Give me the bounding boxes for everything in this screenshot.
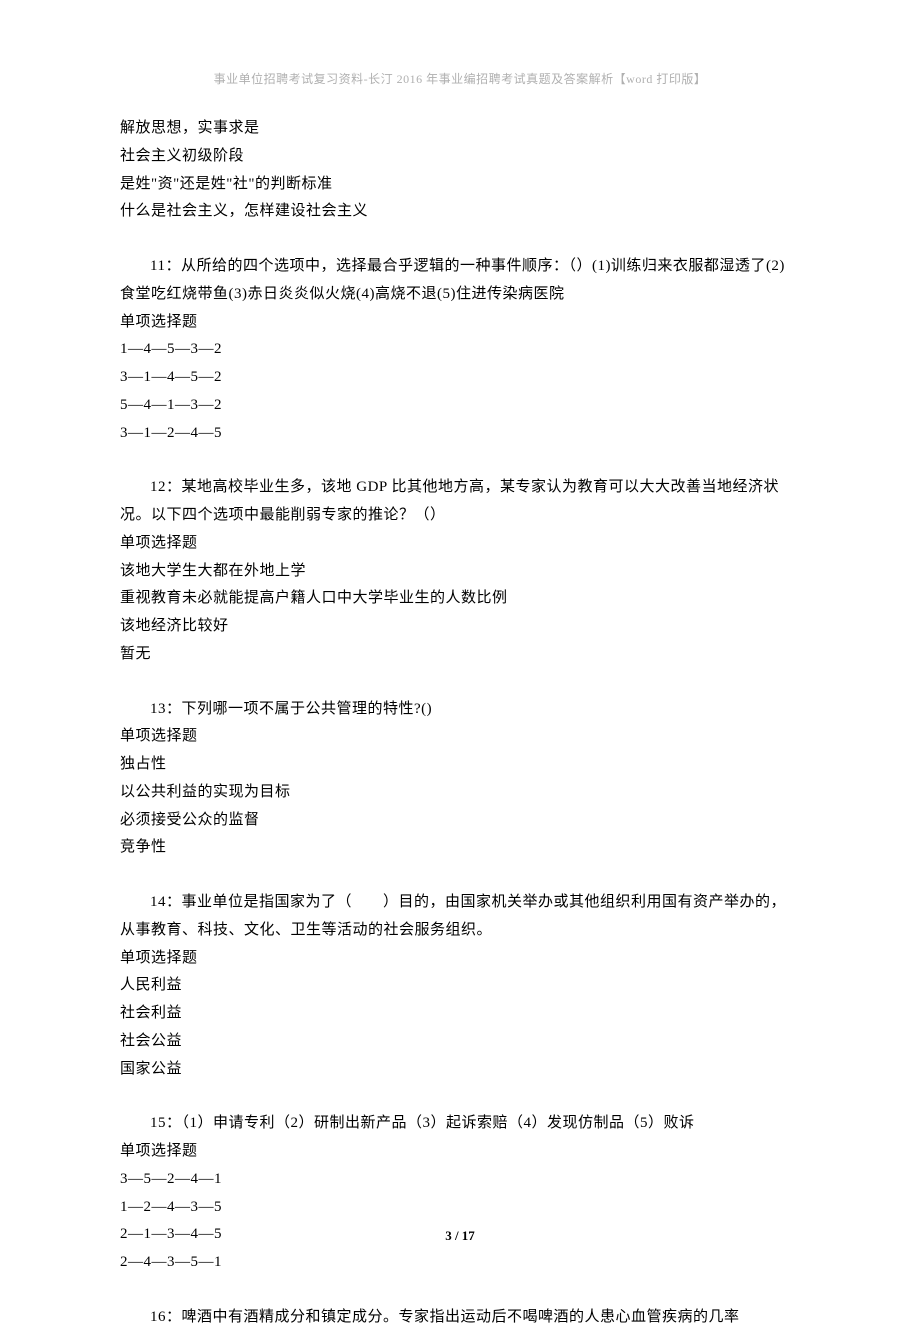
option: 社会公益 — [120, 1028, 800, 1056]
option: 3—1—2—4—5 — [120, 420, 800, 448]
document-content: 解放思想，实事求是 社会主义初级阶段 是姓"资"还是姓"社"的判断标准 什么是社… — [120, 115, 800, 1332]
option: 是姓"资"还是姓"社"的判断标准 — [120, 171, 800, 199]
option: 独占性 — [120, 751, 800, 779]
option: 暂无 — [120, 641, 800, 669]
question-11: 11：从所给的四个选项中，选择最合乎逻辑的一种事件顺序：（）(1)训练归来衣服都… — [120, 253, 800, 447]
option: 社会利益 — [120, 1000, 800, 1028]
question-stem: 12：某地高校毕业生多，该地 GDP 比其他地方高，某专家认为教育可以大大改善当… — [120, 474, 800, 530]
option: 该地经济比较好 — [120, 613, 800, 641]
option: 解放思想，实事求是 — [120, 115, 800, 143]
option: 社会主义初级阶段 — [120, 143, 800, 171]
question-14: 14：事业单位是指国家为了（ ）目的，由国家机关举办或其他组织利用国有资产举办的… — [120, 889, 800, 1083]
option: 竞争性 — [120, 834, 800, 862]
option: 重视教育未必就能提高户籍人口中大学毕业生的人数比例 — [120, 585, 800, 613]
option: 1—4—5—3—2 — [120, 336, 800, 364]
question-15: 15：（1）申请专利（2）研制出新产品（3）起诉索赔（4）发现仿制品（5）败诉 … — [120, 1110, 800, 1277]
option: 3—1—4—5—2 — [120, 364, 800, 392]
question-type: 单项选择题 — [120, 723, 800, 751]
question-type: 单项选择题 — [120, 530, 800, 558]
option: 以公共利益的实现为目标 — [120, 779, 800, 807]
question-type: 单项选择题 — [120, 1138, 800, 1166]
question-13: 13：下列哪一项不属于公共管理的特性?() 单项选择题 独占性 以公共利益的实现… — [120, 696, 800, 863]
option: 3—5—2—4—1 — [120, 1166, 800, 1194]
page-footer: 3 / 17 — [0, 1228, 920, 1244]
option: 必须接受公众的监督 — [120, 807, 800, 835]
page-header: 事业单位招聘考试复习资料-长汀 2016 年事业编招聘考试真题及答案解析【wor… — [0, 70, 920, 87]
question-16: 16：啤酒中有酒精成分和镇定成分。专家指出运动后不喝啤酒的人患心血管疾病的几率 — [120, 1304, 800, 1332]
question-stem: 11：从所给的四个选项中，选择最合乎逻辑的一种事件顺序：（）(1)训练归来衣服都… — [120, 253, 800, 309]
option: 国家公益 — [120, 1056, 800, 1084]
option: 人民利益 — [120, 972, 800, 1000]
question-stem: 14：事业单位是指国家为了（ ）目的，由国家机关举办或其他组织利用国有资产举办的… — [120, 889, 800, 945]
question-type: 单项选择题 — [120, 309, 800, 337]
question-stem: 16：啤酒中有酒精成分和镇定成分。专家指出运动后不喝啤酒的人患心血管疾病的几率 — [120, 1304, 800, 1332]
option: 1—2—4—3—5 — [120, 1194, 800, 1222]
question-type: 单项选择题 — [120, 945, 800, 973]
option: 什么是社会主义，怎样建设社会主义 — [120, 198, 800, 226]
question-stem: 13：下列哪一项不属于公共管理的特性?() — [120, 696, 800, 724]
question-stem: 15：（1）申请专利（2）研制出新产品（3）起诉索赔（4）发现仿制品（5）败诉 — [120, 1110, 800, 1138]
option: 该地大学生大都在外地上学 — [120, 558, 800, 586]
question-12: 12：某地高校毕业生多，该地 GDP 比其他地方高，某专家认为教育可以大大改善当… — [120, 474, 800, 668]
question-10-options: 解放思想，实事求是 社会主义初级阶段 是姓"资"还是姓"社"的判断标准 什么是社… — [120, 115, 800, 226]
option: 2—4—3—5—1 — [120, 1249, 800, 1277]
option: 5—4—1—3—2 — [120, 392, 800, 420]
